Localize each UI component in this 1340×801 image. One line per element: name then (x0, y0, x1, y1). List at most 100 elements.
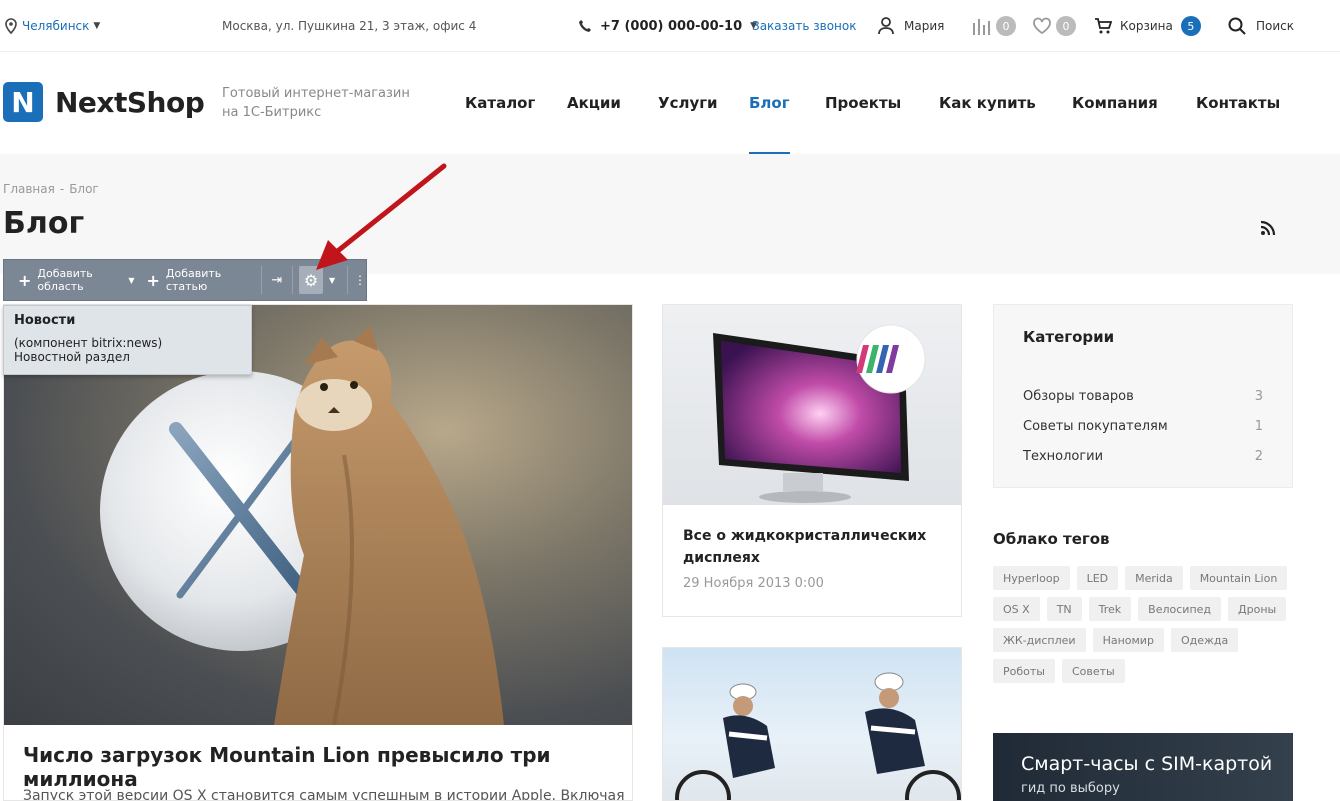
cart-icon (1095, 18, 1112, 34)
user-icon (878, 17, 894, 35)
plus-icon: + (146, 270, 160, 290)
article-date: 29 Ноября 2013 0:00 (683, 576, 824, 591)
featured-article-title[interactable]: Число загрузок Mountain Lion превысило т… (23, 743, 632, 791)
favorites-button[interactable]: 0 (1032, 0, 1076, 52)
tag[interactable]: Роботы (993, 659, 1055, 683)
promo-title: Смарт-часы с SIM-картой (1021, 753, 1273, 775)
tag[interactable]: TN (1046, 597, 1082, 621)
tooltip-title: Новости (14, 313, 76, 328)
user-name: Мария (904, 19, 945, 33)
nav-item-projects[interactable]: Проекты (825, 52, 901, 154)
slogan-line: на 1С-Битрикс (222, 105, 322, 120)
toolbar-divider (292, 266, 294, 294)
store-address: Москва, ул. Пушкина 21, 3 этаж, офис 4 (222, 19, 477, 33)
category-label: Советы покупателям (1023, 419, 1168, 434)
nav-item-contacts[interactable]: Контакты (1196, 52, 1280, 154)
nav-item-catalog[interactable]: Каталог (465, 52, 535, 154)
category-item[interactable]: Советы покупателям 1 (1023, 419, 1263, 434)
nav-item-sales[interactable]: Акции (567, 52, 621, 154)
promo-subtitle: гид по выбору (1021, 781, 1120, 796)
categories-panel: Категории Обзоры товаров 3 Советы покупа… (993, 304, 1293, 488)
tag[interactable]: Дроны (1228, 597, 1287, 621)
search-icon (1228, 17, 1246, 35)
add-area-button[interactable]: + Добавить область ▼ (12, 265, 141, 295)
nav-item-services[interactable]: Услуги (658, 52, 718, 154)
category-count: 3 (1254, 389, 1263, 404)
tag[interactable]: OS X (993, 597, 1040, 621)
tag[interactable]: Trek (1088, 597, 1132, 621)
page-title: Блог (3, 206, 85, 241)
slogan-line: Готовый интернет-магазин (222, 86, 410, 101)
featured-article-excerpt: Запуск этой версии OS X становится самым… (23, 788, 625, 801)
category-label: Технологии (1023, 449, 1104, 464)
city-selector[interactable]: Челябинск ▼ (4, 0, 100, 52)
logo-text: NextShop (55, 85, 205, 119)
add-article-label: Добавить статью (165, 267, 222, 293)
city-name: Челябинск (22, 19, 90, 33)
cart-count-badge: 5 (1180, 16, 1201, 36)
site-logo[interactable]: N NextShop (3, 82, 205, 122)
tag[interactable]: Советы (1061, 659, 1125, 683)
tag[interactable]: LED (1076, 566, 1119, 590)
page-title-area: Главная - Блог Блог (0, 154, 1340, 274)
compare-bars-icon (973, 19, 990, 35)
category-item[interactable]: Обзоры товаров 3 (1023, 389, 1263, 404)
cyclists-illustration (675, 672, 961, 800)
breadcrumb: Главная - Блог (3, 182, 99, 196)
tag-cloud-title: Облако тегов (993, 530, 1110, 548)
tag[interactable]: Hyperloop (993, 566, 1070, 590)
site-slogan: Готовый интернет-магазин на 1С-Битрикс (222, 84, 410, 122)
callback-link[interactable]: Заказать звонок (752, 0, 857, 52)
article-image[interactable] (663, 305, 961, 505)
rss-icon[interactable] (1260, 220, 1276, 236)
cart-button[interactable]: Корзина 5 (1094, 0, 1201, 52)
tag[interactable]: Mountain Lion (1189, 566, 1288, 590)
location-pin-icon (5, 18, 17, 34)
monitor-illustration (713, 324, 926, 503)
site-header: N NextShop Готовый интернет-магазин на 1… (0, 52, 1340, 154)
phone-icon (579, 20, 591, 32)
chevron-down-icon: ▼ (128, 275, 135, 285)
compare-count-badge: 0 (996, 16, 1016, 36)
plus-icon: + (18, 270, 32, 290)
tag[interactable]: Merida (1125, 566, 1183, 590)
pin-icon[interactable]: ⇥ (267, 273, 286, 288)
tag[interactable]: Велосипед (1138, 597, 1222, 621)
search-button[interactable]: Поиск (1228, 0, 1294, 52)
search-label: Поиск (1256, 19, 1295, 33)
compare-button[interactable]: 0 (972, 0, 1016, 52)
tooltip-component: (компонент bitrix:news) (14, 336, 163, 350)
categories-title: Категории (1023, 328, 1115, 346)
component-tooltip: Новости (компонент bitrix:news) Новостно… (3, 305, 252, 375)
heart-icon (1033, 17, 1051, 35)
article-image[interactable] (663, 648, 961, 800)
top-bar: Челябинск ▼ Москва, ул. Пушкина 21, 3 эт… (0, 0, 1340, 52)
add-article-button[interactable]: + Добавить статью (141, 265, 255, 295)
nav-item-blog[interactable]: Блог (749, 52, 790, 154)
breadcrumb-home[interactable]: Главная (3, 182, 55, 196)
promo-banner[interactable]: Смарт-часы с SIM-картой гид по выбору (993, 733, 1293, 801)
category-item[interactable]: Технологии 2 (1023, 449, 1263, 464)
nav-item-how-to-buy[interactable]: Как купить (939, 52, 1036, 154)
breadcrumb-separator: - (59, 182, 65, 196)
tag[interactable]: Одежда (1170, 628, 1239, 652)
nav-item-company[interactable]: Компания (1072, 52, 1158, 154)
tag[interactable]: Наномир (1092, 628, 1164, 652)
article-card[interactable]: Все о жидкокристаллических дисплеях 29 Н… (662, 304, 962, 617)
cart-label: Корзина (1120, 19, 1173, 33)
featured-article-card[interactable]: Число загрузок Mountain Lion превысило т… (3, 304, 633, 801)
tooltip-description: Новостной раздел (14, 350, 130, 364)
tag[interactable]: ЖК-дисплеи (993, 628, 1086, 652)
category-count: 2 (1254, 449, 1263, 464)
article-card[interactable] (662, 647, 962, 801)
add-area-label: Добавить область (37, 267, 93, 293)
phone-dropdown[interactable]: +7 (000) 000-00-10 ▼ (578, 0, 757, 52)
breadcrumb-current[interactable]: Блог (69, 182, 99, 196)
red-arrow-annotation (316, 163, 447, 270)
phone-number: +7 (000) 000-00-10 (600, 18, 743, 34)
toolbar-divider (260, 266, 262, 294)
user-account[interactable]: Мария (878, 0, 944, 52)
logo-mark: N (3, 82, 43, 122)
chevron-down-icon: ▼ (93, 21, 101, 31)
article-title[interactable]: Все о жидкокристаллических дисплеях (683, 525, 943, 569)
